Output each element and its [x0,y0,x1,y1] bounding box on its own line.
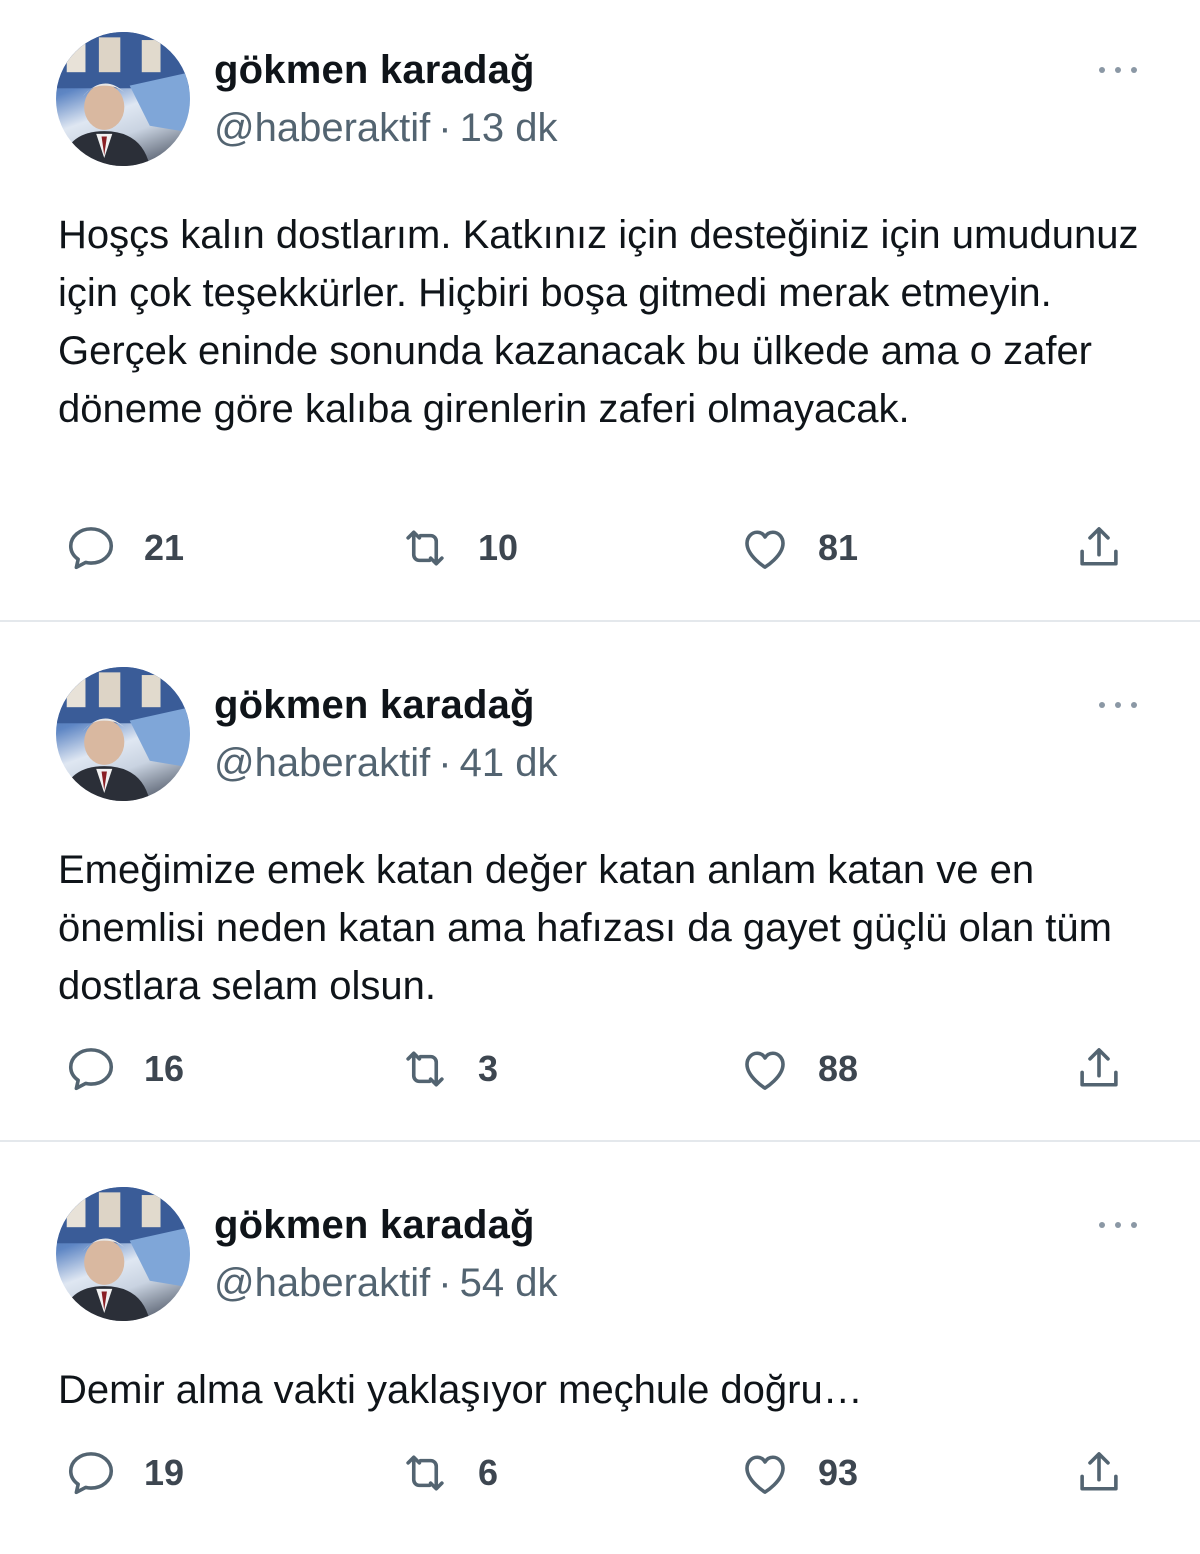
tweet-actions: 21 10 81 [0,518,1200,578]
share-upload-icon [1080,527,1118,566]
retweet-count: 3 [478,1048,499,1089]
retweet-arrows-icon [406,1455,444,1491]
speech-bubble-icon [68,527,114,570]
tweet-timestamp[interactable]: 54 dk [460,1261,558,1305]
tweet-text: Demir alma vakti yaklaşıyor meçhule doğr… [58,1368,863,1412]
reply-button[interactable]: 21 [64,518,184,578]
speech-bubble-icon [68,1048,114,1091]
meta-separator: · [438,106,452,150]
like-button[interactable]: 93 [738,1443,858,1503]
tweet-actions: 16 3 88 [0,1039,1200,1099]
share-button[interactable] [1072,518,1126,578]
tweet-text: Hoşçs kalın dostlarım. Katkınız için des… [58,213,1139,431]
reply-count: 21 [144,527,185,568]
retweet-button[interactable]: 6 [398,1443,498,1503]
tweet-actions: 19 6 93 [0,1443,1200,1503]
avatar-image [56,667,190,801]
retweet-button[interactable]: 10 [398,518,518,578]
tweet-timestamp[interactable]: 41 dk [460,741,558,785]
like-count: 81 [818,527,859,568]
retweet-arrows-icon [406,1051,444,1087]
reply-button[interactable]: 16 [64,1039,184,1099]
speech-bubble-icon [68,1452,114,1495]
more-dots-icon [1099,702,1137,708]
tweet-text: Emeğimize emek katan değer katan anlam k… [58,848,1112,1008]
share-button[interactable] [1072,1443,1126,1503]
author-name[interactable]: gökmen karadağ [214,1203,535,1248]
share-button[interactable] [1072,1039,1126,1099]
heart-icon [745,1455,785,1494]
author-name[interactable]: gökmen karadağ [214,683,535,728]
more-dots-icon [1099,1222,1137,1228]
heart-icon [745,530,785,569]
share-upload-icon [1080,1048,1118,1087]
like-button[interactable]: 81 [738,518,858,578]
reply-count: 19 [144,1452,185,1493]
meta-separator: · [438,1261,452,1305]
reply-button[interactable]: 19 [64,1443,184,1503]
retweet-arrows-icon [406,530,444,566]
tweet-timestamp[interactable]: 13 dk [460,106,558,150]
avatar-image [56,1187,190,1321]
share-upload-icon [1080,1452,1118,1491]
avatar-image [56,32,190,166]
retweet-button[interactable]: 3 [398,1039,498,1099]
author-handle[interactable]: @haberaktif [214,106,430,150]
author-handle[interactable]: @haberaktif [214,741,430,785]
tweet-meta: @haberaktif · 54 dk [214,1261,557,1306]
like-count: 88 [818,1048,859,1089]
tweet-meta: @haberaktif · 41 dk [214,741,557,786]
more-options-button[interactable] [1094,1213,1142,1237]
avatar[interactable] [56,667,190,801]
author-handle[interactable]: @haberaktif [214,1261,430,1305]
more-options-button[interactable] [1094,693,1142,717]
avatar[interactable] [56,32,190,166]
avatar[interactable] [56,1187,190,1321]
retweet-count: 10 [478,527,519,568]
like-button[interactable]: 88 [738,1039,858,1099]
tweet-divider [0,620,1200,622]
meta-separator: · [438,741,452,785]
author-name[interactable]: gökmen karadağ [214,48,535,93]
heart-icon [745,1051,785,1090]
tweet-divider [0,1140,1200,1142]
reply-count: 16 [144,1048,185,1089]
more-dots-icon [1099,67,1137,73]
more-options-button[interactable] [1094,58,1142,82]
like-count: 93 [818,1452,859,1493]
retweet-count: 6 [478,1452,499,1493]
tweet-meta: @haberaktif · 13 dk [214,106,557,151]
